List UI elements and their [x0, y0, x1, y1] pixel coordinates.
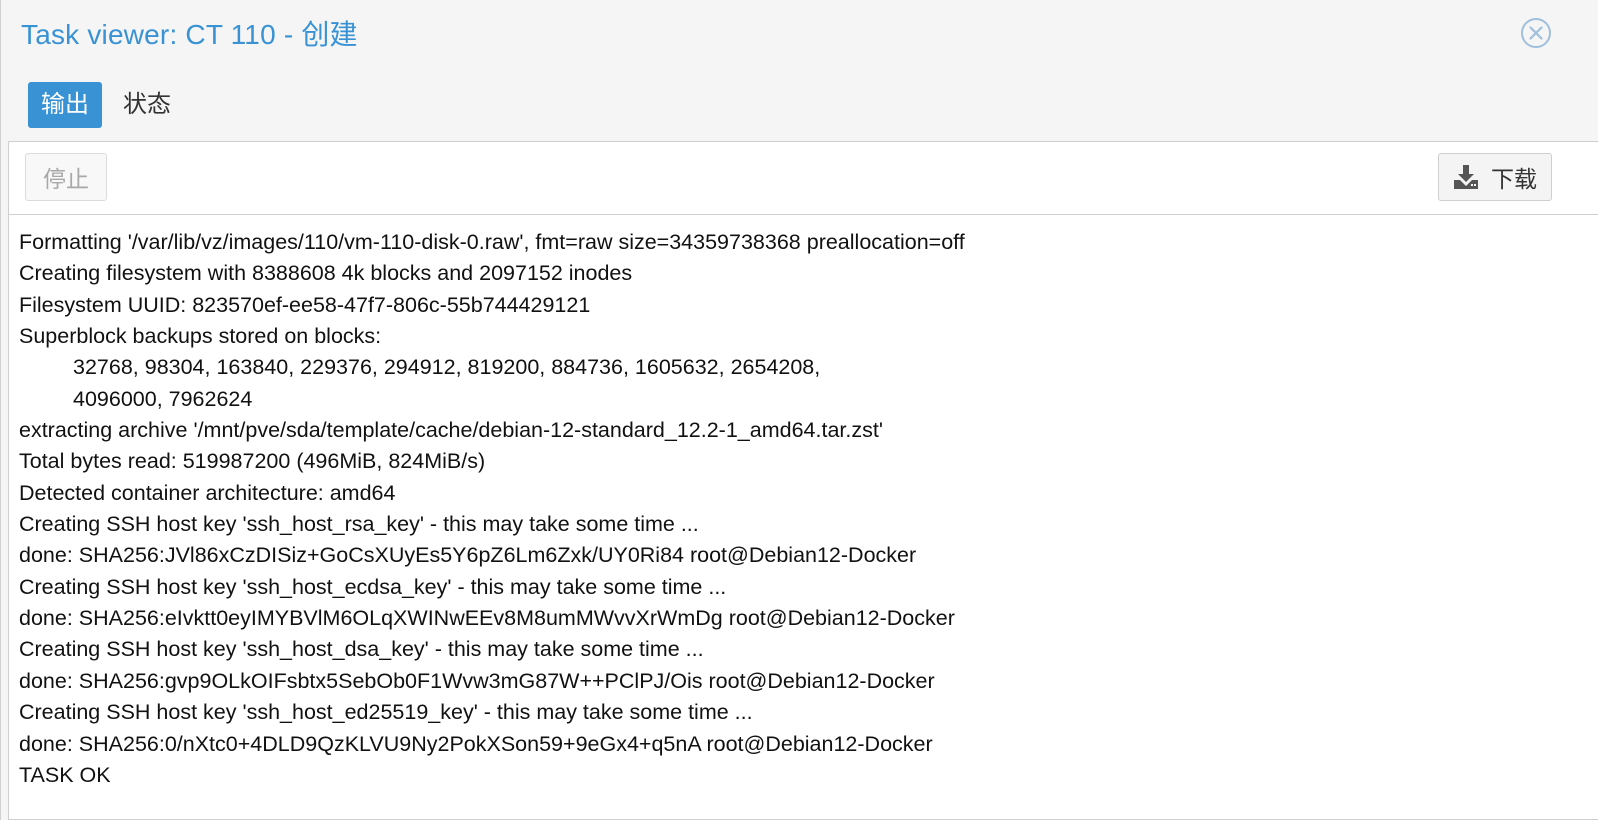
output-panel: 停止 下载 Formatting '/var/lib/vz/images/110… — [8, 141, 1598, 820]
tab-status[interactable]: 状态 — [110, 82, 184, 128]
log-line: done: SHA256:eIvktt0eyIMYBVlM6OLqXWINwEE… — [19, 606, 955, 631]
task-log-output: Formatting '/var/lib/vz/images/110/vm-11… — [9, 215, 1598, 791]
log-line: Creating SSH host key 'ssh_host_dsa_key'… — [19, 637, 704, 662]
log-line: Detected container architecture: amd64 — [19, 480, 396, 505]
log-line: Creating filesystem with 8388608 4k bloc… — [19, 261, 633, 286]
stop-button[interactable]: 停止 — [25, 153, 107, 201]
task-viewer-window: Task viewer: CT 110 - 创建 输出 状态 停止 下载 For… — [0, 0, 1598, 820]
log-line: TASK OK — [19, 762, 111, 787]
log-line: done: SHA256:0/nXtc0+4DLD9QzKLVU9Ny2PokX… — [19, 731, 933, 756]
output-toolbar: 停止 下载 — [9, 142, 1598, 215]
window-title: Task viewer: CT 110 - 创建 — [21, 19, 358, 50]
window-titlebar: Task viewer: CT 110 - 创建 — [1, 0, 1598, 66]
log-line: Filesystem UUID: 823570ef-ee58-47f7-806c… — [19, 292, 591, 317]
download-icon — [1454, 165, 1478, 189]
log-line: Creating SSH host key 'ssh_host_rsa_key'… — [19, 512, 699, 537]
log-line: Creating SSH host key 'ssh_host_ecdsa_ke… — [19, 574, 727, 599]
stop-button-label: 停止 — [43, 166, 89, 192]
close-icon[interactable] — [1520, 17, 1552, 49]
download-button-label: 下载 — [1491, 166, 1537, 192]
log-line: Formatting '/var/lib/vz/images/110/vm-11… — [19, 230, 965, 254]
log-line: Creating SSH host key 'ssh_host_ed25519_… — [19, 700, 753, 725]
log-line: done: SHA256:gvp9OLkOIFsbtx5SebOb0F1Wvw3… — [19, 668, 935, 693]
log-line: Superblock backups stored on blocks: — [19, 324, 382, 349]
tab-output[interactable]: 输出 — [28, 82, 102, 128]
tab-bar: 输出 状态 — [1, 66, 1598, 141]
download-button[interactable]: 下载 — [1438, 153, 1552, 201]
log-line: done: SHA256:JVl86xCzDISiz+GoCsXUyEs5Y6p… — [19, 543, 917, 568]
log-line: 4096000, 7962624 — [73, 386, 253, 411]
log-line: 32768, 98304, 163840, 229376, 294912, 81… — [73, 355, 821, 380]
log-line: Total bytes read: 519987200 (496MiB, 824… — [19, 449, 486, 474]
log-line: extracting archive '/mnt/pve/sda/templat… — [19, 418, 883, 443]
